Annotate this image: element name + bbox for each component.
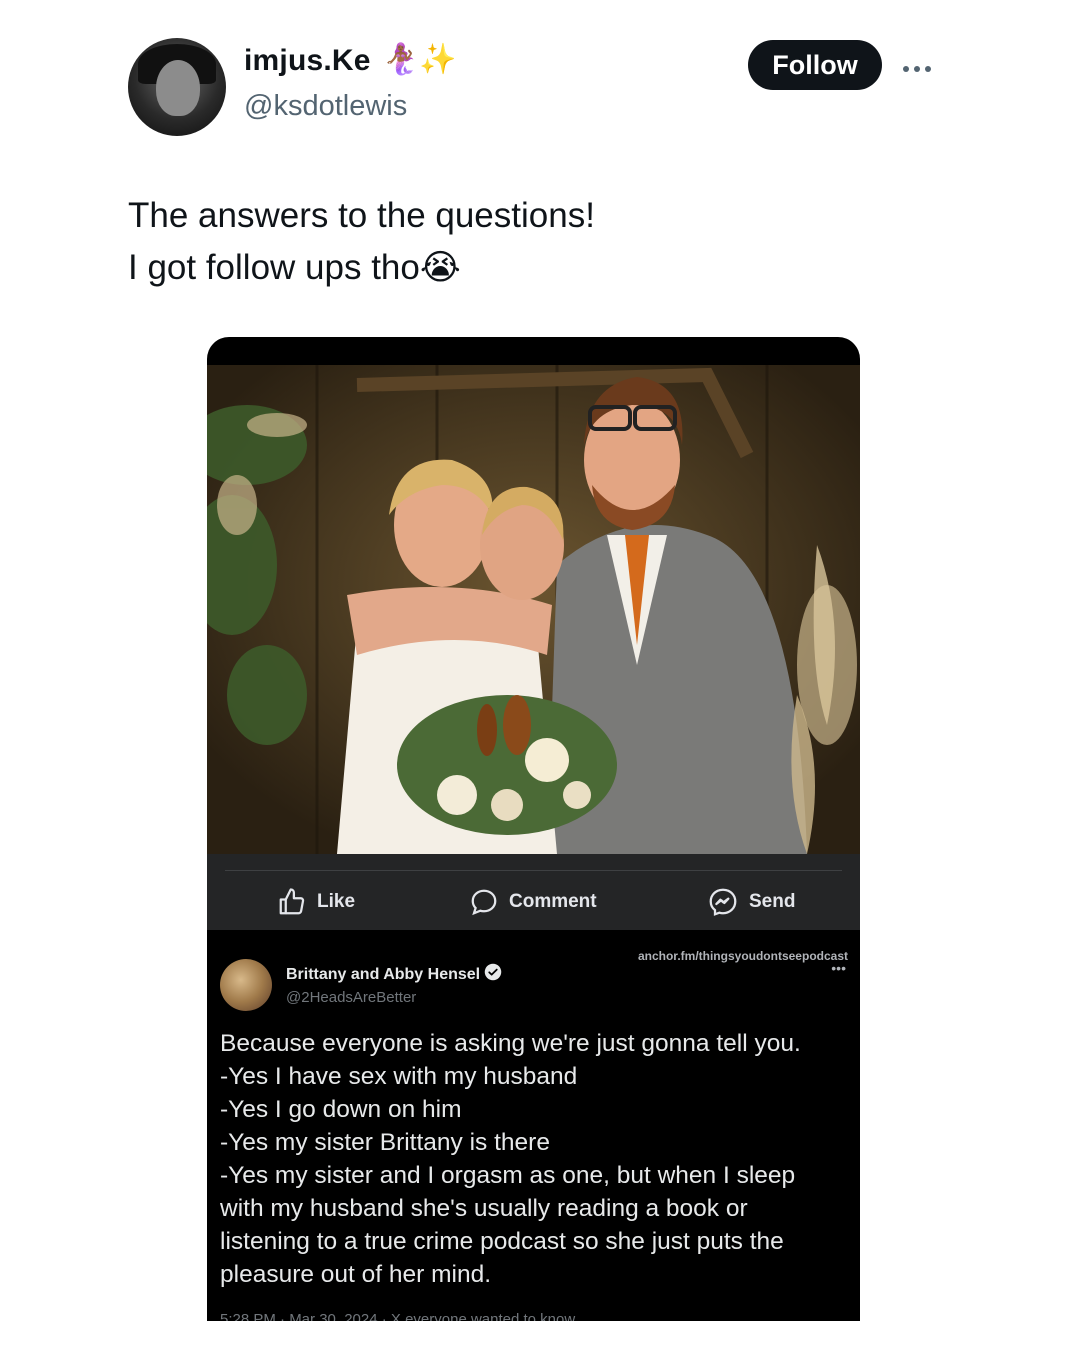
tweet-media-image[interactable]: Like Comment Send anchor.fm/thingsyoudon… bbox=[207, 337, 860, 1321]
follow-button[interactable]: Follow bbox=[748, 40, 882, 90]
avatar-face bbox=[156, 60, 200, 116]
x-post-text: Because everyone is asking we're just go… bbox=[220, 1027, 850, 1291]
x-post-author: Brittany and Abby Hensel bbox=[286, 963, 502, 986]
name-emoji: 🧜🏾‍♀️✨ bbox=[382, 43, 457, 76]
tweet-text: The answers to the questions! I got foll… bbox=[128, 190, 948, 294]
verified-badge-icon bbox=[484, 963, 502, 986]
divider bbox=[225, 870, 842, 871]
x-post-avatar bbox=[220, 959, 272, 1011]
x-post-line: with my husband she's usually reading a … bbox=[220, 1195, 748, 1222]
messenger-icon bbox=[707, 886, 739, 918]
comment-label: Comment bbox=[509, 891, 597, 912]
x-post-line: -Yes my sister Brittany is there bbox=[220, 1129, 550, 1156]
avatar[interactable] bbox=[128, 38, 226, 136]
like-label: Like bbox=[317, 891, 356, 912]
x-post-line: pleasure out of her mind. bbox=[220, 1261, 492, 1288]
x-post-line: -Yes my sister and I orgasm as one, but … bbox=[220, 1162, 796, 1189]
display-name[interactable]: imjus.Ke bbox=[244, 44, 371, 78]
comment-bubble-icon bbox=[469, 887, 499, 917]
send-label: Send bbox=[749, 891, 796, 912]
more-horizontal-icon: ••• bbox=[831, 960, 846, 976]
x-post-handle: @2HeadsAreBetter bbox=[286, 989, 417, 1006]
like-action[interactable]: Like bbox=[277, 885, 355, 919]
x-post-line: -Yes I go down on him bbox=[220, 1096, 462, 1123]
tweet-text-line: The answers to the questions! bbox=[128, 196, 595, 235]
x-post-timestamp: 5:28 PM · Mar 30, 2024 · X everyone want… bbox=[220, 1311, 576, 1321]
user-handle[interactable]: @ksdotlewis bbox=[244, 90, 407, 123]
more-horizontal-icon[interactable] bbox=[902, 52, 932, 76]
comment-action[interactable]: Comment bbox=[469, 885, 597, 919]
x-post-line: Because everyone is asking we're just go… bbox=[220, 1030, 801, 1057]
tweet-text-line: I got follow ups tho😭 bbox=[128, 248, 461, 287]
podcast-watermark: anchor.fm/thingsyoudontseepodcast bbox=[637, 949, 848, 963]
x-post-name: Brittany and Abby Hensel bbox=[286, 965, 481, 983]
thumbs-up-icon bbox=[277, 887, 307, 917]
x-post-line: -Yes I have sex with my husband bbox=[220, 1063, 578, 1090]
wedding-photo bbox=[207, 365, 860, 854]
x-post-line: listening to a true crime podcast so she… bbox=[220, 1228, 784, 1255]
send-action[interactable]: Send bbox=[707, 885, 795, 919]
